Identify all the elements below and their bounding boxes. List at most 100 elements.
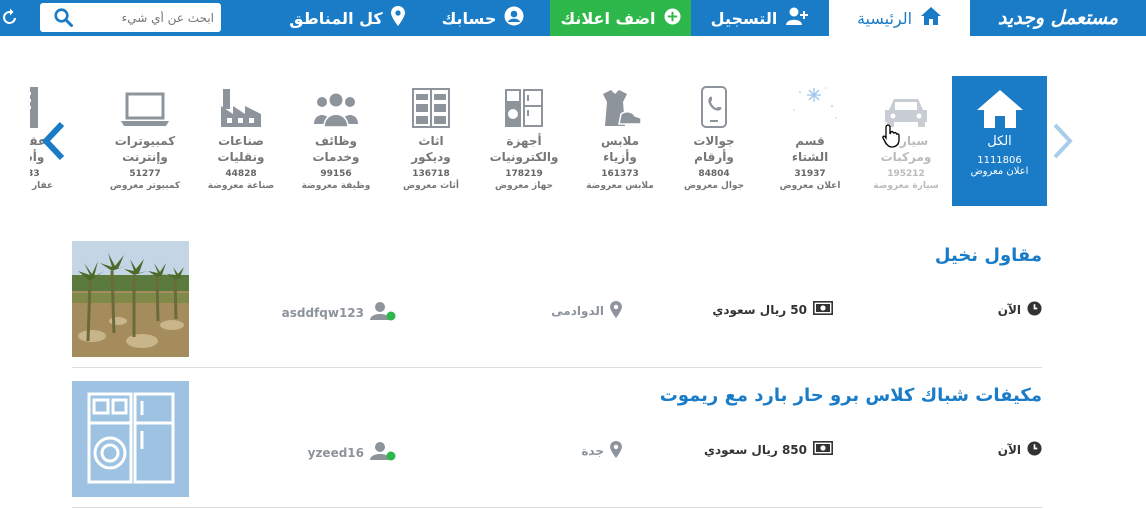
furniture-icon [383,84,479,128]
listing-time: الآن [998,441,1042,459]
category-unit: أثاث معروض [403,181,459,191]
category-industries[interactable]: صناعات ونقليات 44828 صناعة معروضة [193,76,289,206]
listing-price-text: 850 ريال سعودي [703,442,807,457]
category-unit: اعلان معروض [779,181,841,191]
category-count: 44828 [225,169,257,179]
category-unit: سيارة معروضة [873,181,939,191]
money-icon [813,441,833,458]
category-count: 31937 [794,169,826,179]
appliances-icon [476,84,572,128]
people-icon [288,84,384,128]
category-unit: جوال معروض [683,181,745,191]
logo-text: مستعمل وجديد [997,7,1119,29]
hand-cursor-icon [882,124,902,152]
category-furniture[interactable]: اثاث وديكور 136718 أثاث معروض [383,76,479,206]
listing-user[interactable]: asddfqw123 [282,301,396,324]
category-unit: عقار معروض [30,181,54,191]
category-count: 51277 [129,169,161,179]
location-pin-icon [610,301,622,321]
location-pin-icon [610,441,622,461]
listing-time: الآن [998,301,1042,319]
nav-home[interactable]: الرئيسية [829,0,970,36]
plus-circle-icon [664,7,681,29]
category-name: صناعات ونقليات [217,134,265,164]
top-nav: مستعمل وجديد الرئيسية التسجيل اضف اعلانك… [0,0,1146,36]
category-name: ملابس وأزياء [600,134,639,164]
category-name: قسم الشتاء [791,134,829,164]
listing-time-text: الآن [997,443,1021,457]
category-clothes[interactable]: ملابس وأزياء 161373 ملابس معروضة [572,76,668,206]
listing-price-text: 50 ريال سعودي [712,302,807,317]
listing-location: الدوادمى [551,301,622,321]
nav-add-ad[interactable]: اضف اعلانك [550,0,691,36]
palm-trees-photo[interactable] [72,241,189,357]
category-count: 136718 [412,169,450,179]
user-circle-icon [504,6,524,30]
listing-price: 850 ريال سعودي [704,441,833,458]
listing-user[interactable]: yzeed16 [308,441,396,464]
carousel-prev-arrow-icon[interactable] [38,121,66,165]
snowflake-icon [762,84,858,128]
category-name: وظائف وخدمات [312,134,360,164]
user-online-icon [370,441,396,464]
category-name: سيارات ومركبات [880,134,932,164]
money-icon [813,301,833,318]
category-count: 99156 [320,169,352,179]
category-unit: ملابس معروضة [586,181,654,191]
category-strip: سيارات ومركبات 195212 سيارة معروضة قسم ا… [0,70,1146,210]
listing-location-text: الدوادمى [551,304,604,318]
category-unit: جهاز معروض [494,181,554,191]
clock-icon [1027,441,1042,459]
category-count: 161373 [601,169,639,179]
category-cars[interactable]: سيارات ومركبات 195212 سيارة معروضة [858,76,954,206]
category-phones[interactable]: جوالات وأرقام 84804 جوال معروض [666,76,762,206]
clothes-icon [572,84,668,128]
category-count: 178219 [505,169,543,179]
category-name: جوالات وأرقام [693,134,735,164]
phone-icon [666,84,762,128]
category-count: 84804 [698,169,730,179]
nav-home-label: الرئيسية [856,8,913,28]
category-unit: كمبيوتر معروض [109,181,181,191]
add-user-icon [785,6,809,30]
site-logo[interactable]: مستعمل وجديد [970,0,1146,36]
nav-regions-label: كل المناطق [289,8,383,28]
search-box [40,3,221,32]
category-name: اثاث وديكور [411,134,451,164]
category-jobs[interactable]: وظائف وخدمات 99156 وظيفة معروضة [288,76,384,206]
search-icon[interactable] [54,8,73,31]
home-icon [920,6,942,30]
divider [72,507,1042,508]
laptop-icon [97,84,193,128]
clock-icon [1027,301,1042,319]
carousel-next-arrow-icon[interactable] [1050,121,1074,165]
nav-regions[interactable]: كل المناطق [278,0,416,36]
nav-register-label: التسجيل [710,8,778,28]
car-icon [858,84,954,128]
listing-user-text: asddfqw123 [281,305,364,320]
category-unit: وظيفة معروضة [301,181,371,191]
category-electronics[interactable]: أجهزة والكترونيات 178219 جهاز معروض [476,76,572,206]
nav-register[interactable]: التسجيل [691,0,829,36]
refresh-icon[interactable] [2,8,18,30]
listing-card[interactable]: مقاول نخيل الآن 50 ريال سعودي الدوادمى a… [72,241,1042,357]
listing-location-text: جدة [581,444,604,458]
listing-card[interactable]: مكيفات شباك كلاس برو حار بارد مع ريموت ا… [72,381,1042,497]
nav-account-label: حسابك [441,8,497,28]
nav-account[interactable]: حسابك [416,0,550,36]
listing-time-text: الآن [997,303,1021,317]
listing-title[interactable]: مقاول نخيل [935,245,1042,266]
category-computers[interactable]: كمبيوترات وإنترنت 51277 كمبيوتر معروض [97,76,193,206]
location-pin-icon [390,6,405,30]
category-count: 70733 [30,169,40,179]
appliances-placeholder[interactable] [72,381,189,497]
user-online-icon [370,301,396,324]
factory-icon [193,84,289,128]
category-name: كمبيوترات وإنترنت [114,134,176,164]
nav-add-ad-label: اضف اعلانك [560,8,656,28]
listing-title[interactable]: مكيفات شباك كلاس برو حار بارد مع ريموت [660,385,1042,406]
listing-price: 50 ريال سعودي [712,301,833,318]
listing-user-text: yzeed16 [307,445,364,460]
category-winter[interactable]: قسم الشتاء 31937 اعلان معروض [762,76,858,206]
search-input[interactable] [74,3,214,32]
